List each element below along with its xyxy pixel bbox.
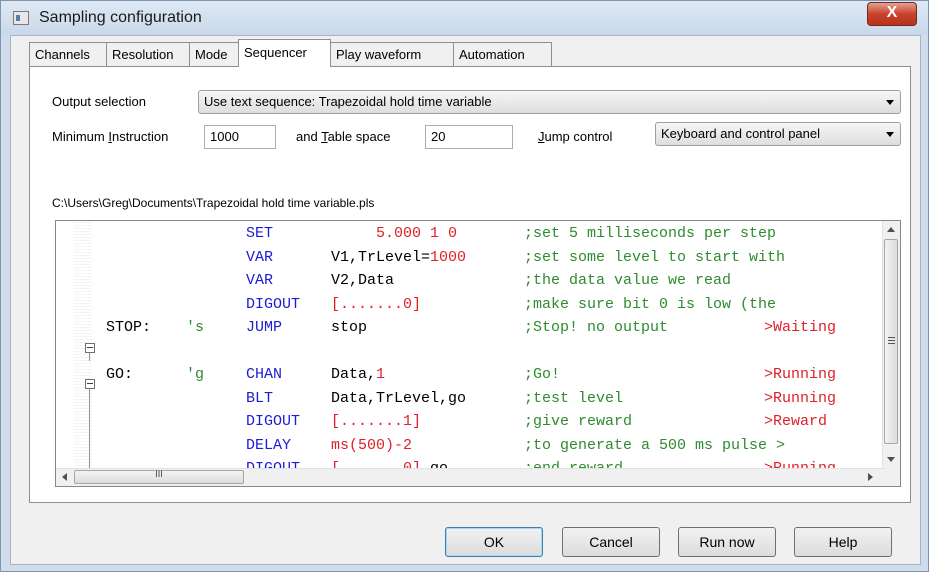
- code-instruction: DIGOUT: [246, 413, 301, 430]
- code-arguments: V2,Data: [331, 272, 395, 289]
- code-arguments: 5.000 1 0: [331, 225, 458, 242]
- code-comment: ;to generate a 500 ms pulse >: [524, 436, 786, 454]
- tab-play-waveform[interactable]: Play waveform: [330, 42, 454, 66]
- code-arguments: ms(500)-2: [331, 436, 413, 454]
- tab-mode[interactable]: Mode: [189, 42, 239, 66]
- code-instruction: VAR: [246, 272, 274, 289]
- output-selection-value: Use text sequence: Trapezoidal hold time…: [204, 94, 492, 109]
- code-instruction: SET: [246, 225, 274, 242]
- ok-button[interactable]: OK: [445, 527, 543, 557]
- horizontal-scroll-thumb[interactable]: III: [74, 469, 244, 484]
- tab-channels[interactable]: Channels: [29, 42, 107, 66]
- output-selection-dropdown[interactable]: Use text sequence: Trapezoidal hold time…: [198, 90, 901, 114]
- fold-collapse-icon[interactable]: [85, 343, 95, 353]
- output-selection-label: Output selection: [52, 94, 146, 109]
- chevron-down-icon: [886, 132, 894, 137]
- code-comment: ;Go!: [524, 366, 561, 383]
- scroll-left-icon[interactable]: [62, 473, 67, 481]
- code-comment: ;give reward: [524, 413, 633, 430]
- fold-collapse-icon[interactable]: [85, 379, 95, 389]
- code-arguments: V1,TrLevel=1000: [331, 248, 467, 266]
- code-comment: ;make sure bit 0 is low (the: [524, 295, 777, 313]
- code-key: 'g: [186, 366, 205, 383]
- sequence-editor[interactable]: SET 5.000 1 0 ;set 5 milliseconds per ste…: [55, 220, 901, 487]
- code-comment: ;set 5 milliseconds per step: [524, 225, 777, 242]
- scroll-right-icon[interactable]: [868, 473, 873, 481]
- tab-resolution[interactable]: Resolution: [106, 42, 190, 66]
- vertical-scroll-thumb[interactable]: [884, 239, 898, 444]
- cancel-button[interactable]: Cancel: [562, 527, 660, 557]
- code-key: 's: [186, 319, 205, 336]
- code-label: STOP:: [106, 319, 152, 336]
- code-message: >Waiting: [764, 319, 837, 336]
- jump-control-label: Jump control: [538, 129, 613, 144]
- code-instruction: VAR: [246, 248, 274, 266]
- code-arguments: [.......0]: [331, 295, 422, 313]
- code-arguments: Data,1: [331, 366, 386, 383]
- code-instruction: DIGOUT: [246, 295, 301, 313]
- code-message: >Running: [764, 389, 837, 407]
- fold-line: [89, 389, 90, 469]
- file-path: C:\Users\Greg\Documents\Trapezoidal hold…: [52, 196, 375, 210]
- code-comment: ;the data value we read: [524, 272, 732, 289]
- scroll-down-icon[interactable]: [887, 457, 895, 462]
- horizontal-scrollbar[interactable]: III: [56, 468, 885, 486]
- code-comment: ;set some level to start with: [524, 248, 786, 266]
- code-message: >Reward: [764, 413, 828, 430]
- table-space-input[interactable]: 20: [425, 125, 513, 149]
- code-comment: ;Stop! no output: [524, 319, 669, 336]
- code-comment: ;test level: [524, 389, 624, 407]
- code-arguments: [.......1]: [331, 413, 422, 430]
- code-message: >Running: [764, 366, 837, 383]
- jump-control-value: Keyboard and control panel: [661, 126, 821, 141]
- window-title: Sampling configuration: [39, 9, 202, 26]
- jump-control-dropdown[interactable]: Keyboard and control panel: [655, 122, 901, 146]
- code-instruction: DELAY: [246, 436, 292, 454]
- tab-automation[interactable]: Automation: [453, 42, 552, 66]
- code-instruction: JUMP: [246, 319, 283, 336]
- close-button[interactable]: X: [867, 2, 917, 26]
- code-instruction: BLT: [246, 389, 274, 407]
- close-icon: X: [886, 4, 898, 21]
- fold-line: [89, 353, 90, 361]
- code-instruction: CHAN: [246, 366, 283, 383]
- title-bar[interactable]: Sampling configuration X: [1, 1, 928, 35]
- help-button[interactable]: Help: [794, 527, 892, 557]
- run-now-button[interactable]: Run now: [678, 527, 776, 557]
- code-arguments: stop: [331, 319, 368, 336]
- app-icon: [13, 11, 29, 25]
- code-arguments: Data,TrLevel,go: [331, 389, 467, 407]
- code-label: GO:: [106, 366, 134, 383]
- chevron-down-icon: [886, 100, 894, 105]
- tab-sequencer[interactable]: Sequencer: [238, 39, 331, 67]
- vertical-scrollbar[interactable]: [882, 221, 900, 469]
- scroll-corner: [883, 469, 900, 486]
- minimum-instruction-input[interactable]: 1000: [204, 125, 276, 149]
- table-space-label: and Table space: [296, 129, 391, 144]
- minimum-instruction-label: Minimum Instruction: [52, 129, 169, 144]
- scroll-up-icon[interactable]: [887, 227, 895, 232]
